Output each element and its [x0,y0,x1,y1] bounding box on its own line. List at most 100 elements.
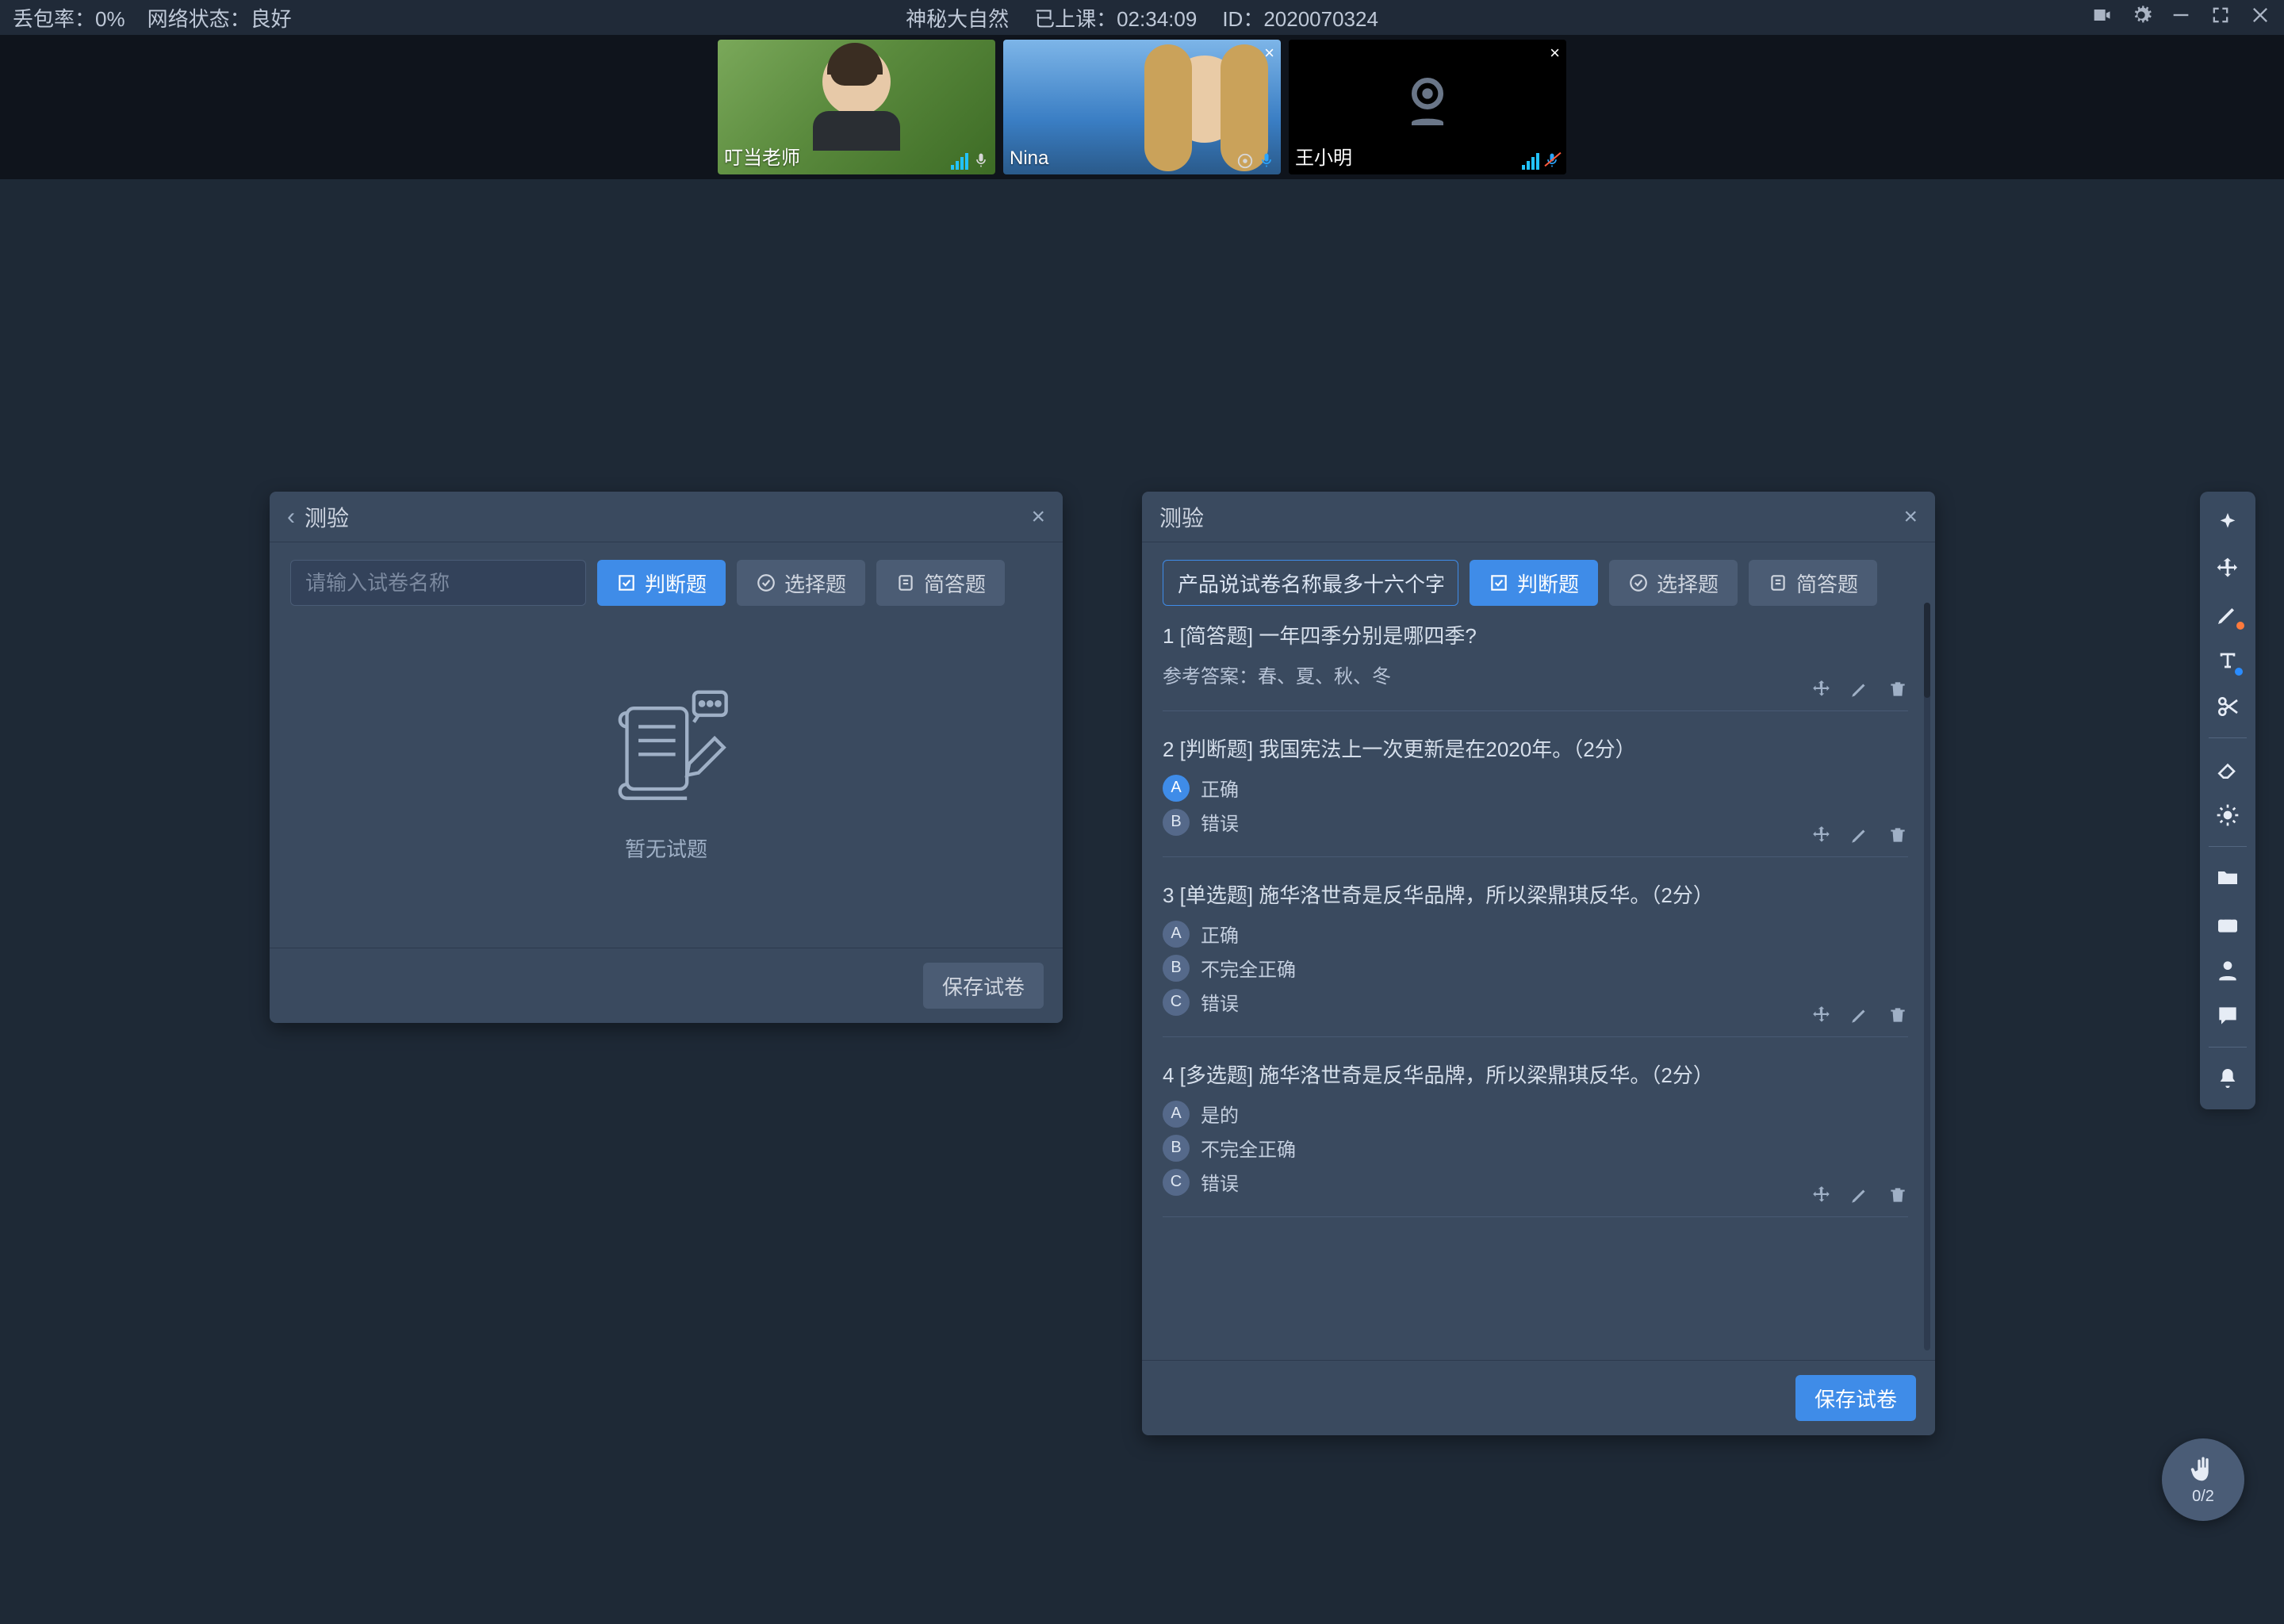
question-option[interactable]: A 正确 [1163,774,1908,802]
option-label: A [1163,775,1190,802]
question-item: 3 [单选题] 施华洛世奇是反华品牌，所以梁鼎琪反华。（2分） A 正确 B 不完全正确… [1163,879,1908,1037]
close-icon[interactable]: × [1031,504,1045,530]
tool-bell-icon[interactable] [2208,1059,2248,1098]
edit-icon[interactable] [1849,1185,1870,1205]
add-choice-button[interactable]: 选择题 [1609,560,1738,606]
tool-folder-icon[interactable] [2208,858,2248,898]
option-label: A [1163,921,1190,948]
delete-icon[interactable] [1887,825,1908,845]
reference-answer: 参考答案：春、夏、秋、冬 [1163,661,1908,688]
question-actions [1811,825,1908,845]
option-text: 是的 [1201,1100,1239,1128]
back-icon[interactable]: ‹ [287,504,295,530]
video-tile-student[interactable]: × Nina [1003,40,1281,174]
tool-eraser-icon[interactable] [2208,749,2248,789]
quiz-name-input[interactable] [290,560,586,606]
tool-chat-icon[interactable] [2208,996,2248,1036]
tool-scissors-icon[interactable] [2208,687,2248,726]
add-choice-button[interactable]: 选择题 [737,560,865,606]
question-title: 1 [简答题] 一年四季分别是哪四季? [1163,620,1908,649]
video-tile-student[interactable]: × 王小明 [1289,40,1566,174]
option-text: 正确 [1201,774,1239,802]
question-option[interactable]: A 是的 [1163,1100,1908,1128]
elapsed-time: 已上课：02:34:09 [1034,3,1197,33]
close-icon[interactable]: × [1903,504,1918,530]
settings-icon[interactable] [2130,4,2152,32]
scrollbar-thumb[interactable] [1924,603,1930,698]
tool-text-icon[interactable] [2208,641,2248,680]
quiz-panel-empty: ‹ 测验 × 判断题 选择题 简答题 [270,492,1063,1023]
option-label: C [1163,989,1190,1016]
add-shortanswer-button[interactable]: 简答题 [1749,560,1877,606]
question-option[interactable]: C 错误 [1163,988,1908,1016]
delete-icon[interactable] [1887,1005,1908,1025]
move-icon[interactable] [1811,825,1832,845]
question-option[interactable]: B 不完全正确 [1163,954,1908,982]
save-quiz-button[interactable]: 保存试卷 [923,963,1044,1009]
hand-raise-button[interactable]: 0/2 [2162,1438,2244,1521]
question-actions [1811,1005,1908,1025]
camera-off-icon [1396,70,1459,133]
mic-muted-icon [1544,151,1560,170]
tool-user-icon[interactable] [2208,950,2248,990]
option-text: 不完全正确 [1201,1134,1296,1162]
delete-icon[interactable] [1887,1185,1908,1205]
panel-title: 测验 [1159,501,1204,533]
video-name-label: 王小明 [1295,142,1352,170]
tool-pen-icon[interactable] [2208,595,2248,634]
video-tile-teacher[interactable]: 叮当老师 [718,40,995,174]
question-item: 2 [判断题] 我国宪法上一次更新是在2020年。（2分）A正确B错误 [1163,733,1908,857]
top-status-bar: 丢包率：0% 网络状态：良好 神秘大自然 已上课：02:34:09 ID：202… [0,0,2284,35]
option-text: 不完全正确 [1201,954,1296,982]
move-icon[interactable] [1811,1005,1832,1025]
scrollbar-track[interactable] [1924,603,1930,1350]
packet-loss: 丢包率：0% [13,3,125,33]
option-label: B [1163,1135,1190,1162]
add-shortanswer-button[interactable]: 简答题 [876,560,1005,606]
empty-text: 暂无试题 [625,833,707,863]
close-window-icon[interactable] [2249,4,2271,32]
move-icon[interactable] [1811,679,1832,699]
option-text: 错误 [1201,988,1239,1016]
minimize-icon[interactable] [2170,4,2192,32]
video-close-icon[interactable]: × [1550,43,1560,63]
edit-icon[interactable] [1849,825,1870,845]
delete-icon[interactable] [1887,679,1908,699]
question-actions [1811,1185,1908,1205]
question-option[interactable]: A 正确 [1163,920,1908,948]
edit-icon[interactable] [1849,679,1870,699]
target-icon [1236,152,1254,170]
add-truefalse-button[interactable]: 判断题 [597,560,726,606]
move-icon[interactable] [1811,1185,1832,1205]
question-option[interactable]: B错误 [1163,808,1908,836]
question-title: 3 [单选题] 施华洛世奇是反华品牌，所以梁鼎琪反华。（2分） [1163,879,1908,909]
camera-toggle-icon[interactable] [2090,4,2113,32]
save-quiz-button[interactable]: 保存试卷 [1795,1375,1916,1421]
option-label: B [1163,809,1190,836]
hand-raise-count: 0/2 [2192,1488,2214,1506]
class-id: ID：2020070324 [1222,3,1378,33]
signal-icon [951,151,968,170]
add-truefalse-button[interactable]: 判断题 [1470,560,1598,606]
quiz-name-input[interactable] [1163,560,1458,606]
video-close-icon[interactable]: × [1264,43,1274,63]
tool-move-icon[interactable] [2208,549,2248,588]
panel-title: 测验 [305,501,349,533]
question-item: 1 [简答题] 一年四季分别是哪四季? 参考答案：春、夏、秋、冬 [1163,620,1908,711]
fullscreen-icon[interactable] [2209,4,2232,32]
question-option[interactable]: B 不完全正确 [1163,1134,1908,1162]
empty-illustration-icon [595,688,738,814]
option-text: 正确 [1201,920,1239,948]
question-list: 1 [简答题] 一年四季分别是哪四季?参考答案：春、夏、秋、冬 2 [判断题] … [1163,620,1914,1342]
option-label: A [1163,1101,1190,1128]
mic-icon [973,151,989,170]
hand-icon [2187,1454,2219,1486]
tool-cursor-icon[interactable] [2208,503,2248,542]
tool-laser-icon[interactable] [2208,795,2248,835]
question-option[interactable]: C错误 [1163,1168,1908,1196]
video-name-label: 叮当老师 [724,142,800,170]
tool-toolbox-icon[interactable] [2208,904,2248,944]
edit-icon[interactable] [1849,1005,1870,1025]
network-status: 网络状态：良好 [148,3,292,33]
option-label: B [1163,955,1190,982]
